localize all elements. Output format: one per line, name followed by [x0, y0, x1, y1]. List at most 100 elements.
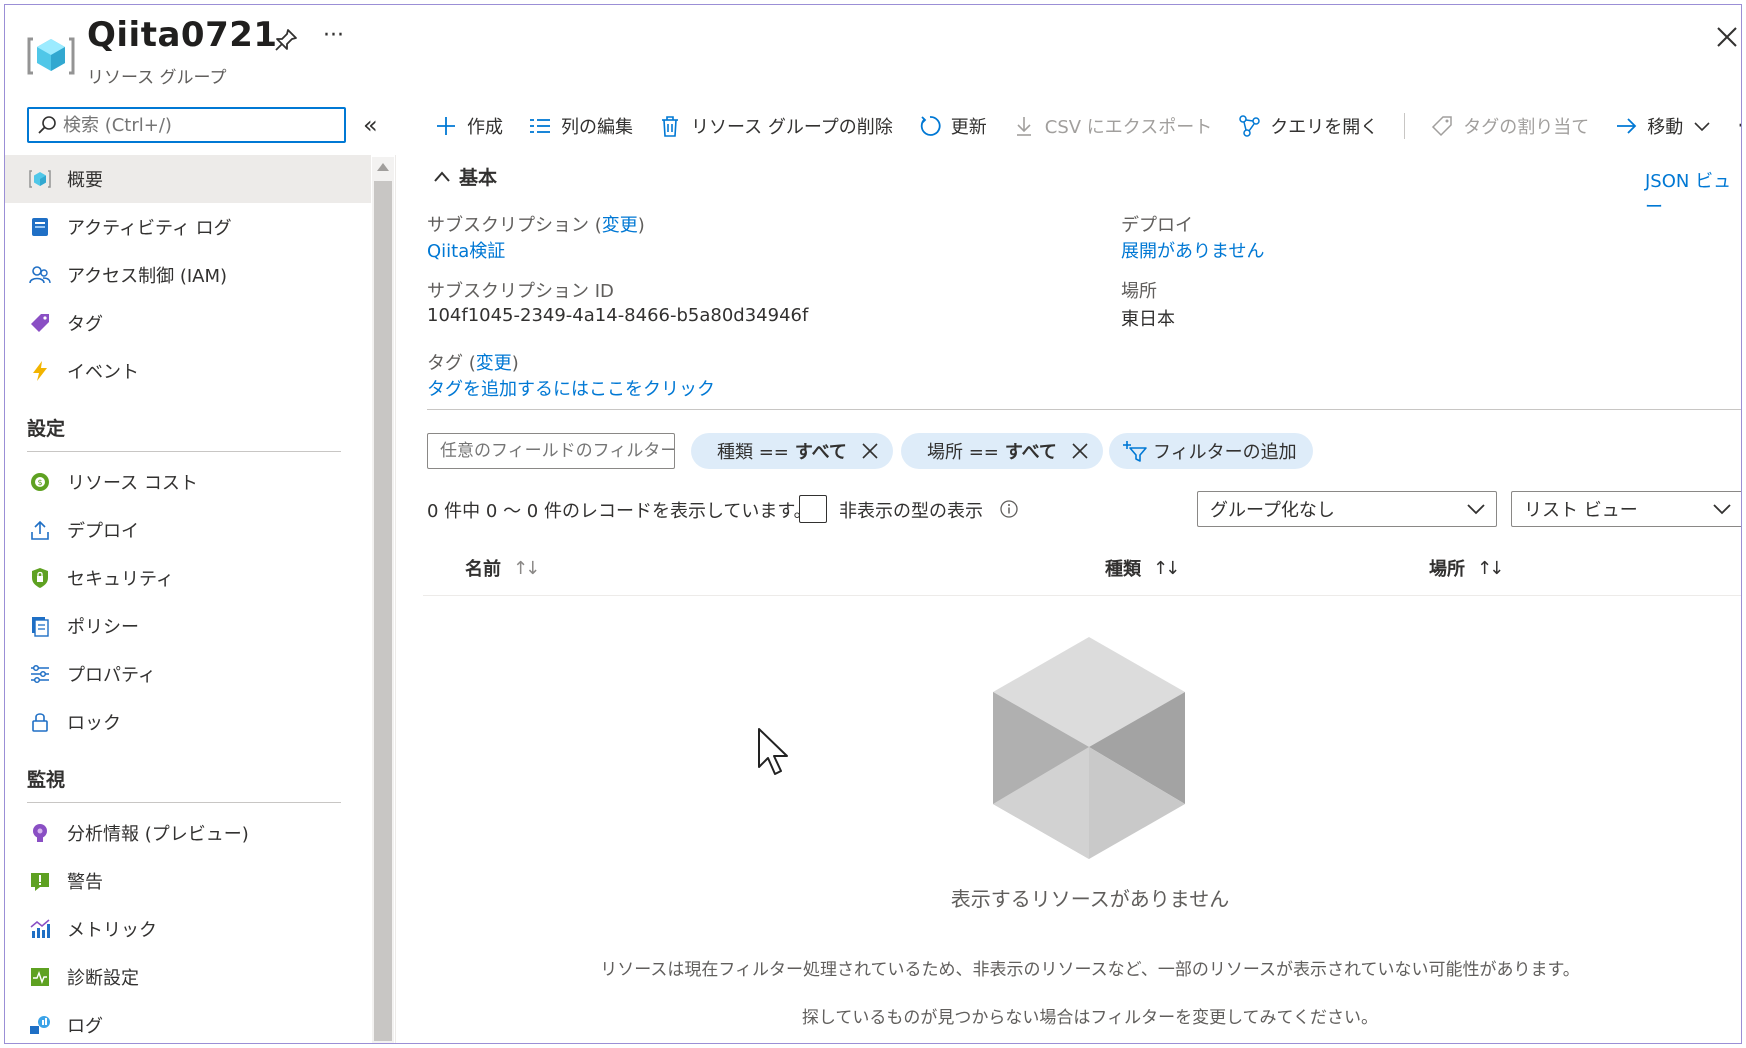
column-header-type[interactable]: 種類 ↑↓ [1105, 555, 1180, 581]
sidebar-item-overview[interactable]: 概要 [5, 155, 371, 203]
sidebar-item-label: 分析情報 (プレビュー) [67, 824, 249, 845]
sidebar-item-label: プロパティ [67, 665, 156, 686]
scroll-up-icon[interactable] [377, 163, 389, 171]
sidebar-item-label: デプロイ [67, 521, 139, 542]
empty-state-title: 表示するリソースがありません [950, 887, 1230, 911]
add-filter-button[interactable]: フィルターの追加 [1109, 433, 1313, 469]
resource-group-blade: Qiita0721 リソース グループ ··· « 概要 アクティビティ ログ [4, 4, 1742, 1044]
sidebar-item-activity-log[interactable]: アクティビティ ログ [5, 203, 371, 251]
chevron-down-icon [1467, 504, 1485, 515]
show-hidden-types-label: 非表示の型の表示 [839, 501, 983, 522]
upload-icon [27, 517, 53, 543]
sidebar-item-label: ポリシー [67, 617, 139, 638]
search-input[interactable] [63, 114, 323, 136]
policy-icon [27, 613, 53, 639]
sort-icon: ↑↓ [1477, 557, 1504, 579]
subscription-id-value: 104f1045-2349-4a14-8466-b5a80d34946f [427, 305, 809, 326]
search-box[interactable] [27, 107, 346, 143]
sidebar-item-insights[interactable]: 分析情報 (プレビュー) [5, 809, 371, 857]
people-icon [27, 262, 53, 288]
sidebar-item-label: メトリック [67, 920, 157, 941]
sidebar-item-tags[interactable]: タグ [5, 299, 371, 347]
assign-tags-button[interactable]: タグの割り当て [1431, 113, 1589, 139]
grouping-dropdown[interactable]: グループ化なし [1197, 491, 1497, 527]
chevron-down-icon [1694, 122, 1710, 132]
sidebar-item-label: イベント [67, 362, 139, 383]
query-icon [1239, 115, 1260, 137]
sidebar-item-resource-cost[interactable]: $ リソース コスト [5, 458, 371, 506]
toolbar-divider [1404, 113, 1406, 139]
pin-icon[interactable] [273, 27, 299, 53]
sidebar-item-metrics[interactable]: メトリック [5, 905, 371, 953]
sort-icon: ↑↓ [513, 557, 540, 579]
close-icon[interactable] [861, 442, 879, 460]
section-monitoring: 監視 [27, 769, 66, 791]
sort-icon: ↑↓ [1153, 557, 1180, 579]
collapse-menu-button[interactable]: « [363, 111, 378, 139]
tag-icon [1432, 116, 1452, 137]
export-csv-button[interactable]: CSV にエクスポート [1013, 113, 1212, 139]
sidebar-item-lock[interactable]: ロック [5, 698, 371, 746]
close-icon[interactable] [1071, 442, 1089, 460]
download-icon [1016, 117, 1031, 136]
divider [423, 595, 1741, 596]
divider [27, 451, 341, 452]
lock-icon [27, 709, 53, 735]
sidebar-item-iam[interactable]: アクセス制御 (IAM) [5, 251, 371, 299]
shield-icon [27, 565, 53, 591]
filter-input[interactable] [427, 433, 675, 469]
sidebar-item-security[interactable]: セキュリティ [5, 554, 371, 602]
subscription-label: サブスクリプション (変更) [427, 215, 645, 236]
chevron-down-icon [1713, 504, 1731, 515]
sidebar-item-deploy[interactable]: デプロイ [5, 506, 371, 554]
record-count: 0 件中 0 ～ 0 件のレコードを表示しています。 [427, 501, 812, 522]
move-button[interactable]: 移動 [1615, 113, 1711, 139]
change-tags-link[interactable]: 変更 [476, 353, 512, 374]
view-dropdown[interactable]: リスト ビュー [1511, 491, 1741, 527]
search-icon [38, 116, 56, 134]
close-icon[interactable] [1715, 25, 1739, 49]
sidebar-item-label: アクセス制御 (IAM) [67, 266, 228, 287]
page-subtitle: リソース グループ [87, 68, 227, 88]
column-header-location[interactable]: 場所 ↑↓ [1429, 555, 1504, 581]
sidebar-item-label: リソース コスト [67, 473, 198, 494]
cost-icon: $ [27, 469, 53, 495]
bulb-icon [27, 820, 53, 846]
sidebar-item-policy[interactable]: ポリシー [5, 602, 371, 650]
empty-state-message: リソースは現在フィルター処理されているため、非表示のリソースなど、一部のリソース… [600, 960, 1580, 980]
type-filter-pill[interactable]: 種類 == すべて [691, 433, 893, 469]
refresh-button[interactable]: 更新 [919, 113, 987, 139]
plus-icon [437, 117, 455, 135]
deployments-link[interactable]: 展開がありません [1121, 237, 1264, 263]
refresh-icon [920, 116, 941, 136]
scrollbar-thumb[interactable] [374, 181, 392, 1041]
create-button[interactable]: 作成 [435, 113, 503, 139]
toolbar-more-button[interactable]: ··· [1737, 114, 1741, 139]
sidebar-item-events[interactable]: イベント [5, 347, 371, 395]
json-view-link[interactable]: JSON ビュー [1645, 167, 1741, 219]
column-header-name[interactable]: 名前 ↑↓ [465, 555, 540, 581]
delete-resource-group-button[interactable]: リソース グループの削除 [659, 113, 893, 139]
sidebar-item-label: 概要 [67, 170, 103, 191]
info-icon[interactable] [999, 499, 1019, 519]
svg-text:$: $ [37, 478, 42, 487]
location-filter-pill[interactable]: 場所 == すべて [901, 433, 1103, 469]
header-more-button[interactable]: ··· [323, 23, 344, 48]
metrics-icon [27, 916, 53, 942]
lightning-icon [27, 358, 53, 384]
edit-columns-button[interactable]: 列の編集 [529, 113, 633, 139]
sidebar-item-label: アクティビティ ログ [67, 218, 232, 239]
add-tags-link[interactable]: タグを追加するにはここをクリック [427, 375, 715, 401]
page-title: Qiita0721 [87, 15, 278, 55]
empty-state-hint: 探しているものが見つからない場合はフィルターを変更してみてください。 [801, 1008, 1379, 1028]
resource-group-icon [27, 37, 75, 75]
sidebar-item-properties[interactable]: プロパティ [5, 650, 371, 698]
location-value: 東日本 [1121, 309, 1175, 330]
change-subscription-link[interactable]: 変更 [602, 215, 638, 236]
essentials-toggle[interactable]: 基本 [433, 163, 497, 190]
open-query-button[interactable]: クエリを開く [1238, 113, 1378, 139]
show-hidden-types-checkbox[interactable] [799, 495, 827, 523]
subscription-link[interactable]: Qiita検証 [427, 237, 505, 263]
tags-label: タグ (変更) [427, 353, 519, 374]
command-bar: 作成 列の編集 リソース グループの削除 更新 CSV にエクスポート クエリを… [435, 105, 1741, 147]
